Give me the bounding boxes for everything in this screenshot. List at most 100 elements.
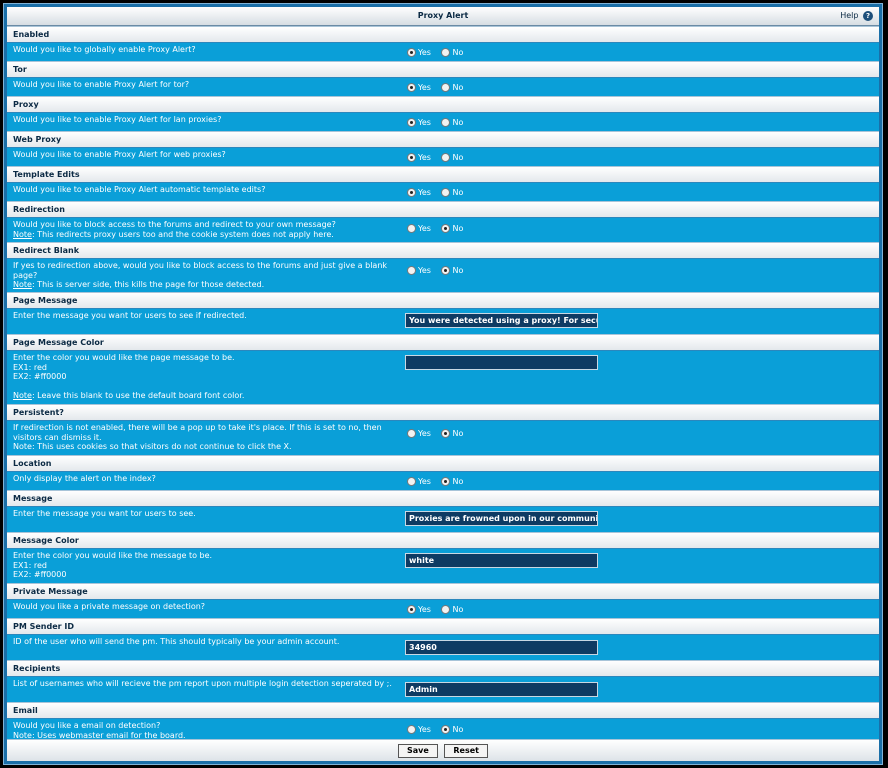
radio-option-no[interactable]: No: [441, 605, 463, 614]
help-label: Help: [840, 11, 859, 20]
radio-label: Yes: [418, 153, 431, 162]
radio-button[interactable]: [441, 83, 451, 92]
radio-button[interactable]: [407, 429, 416, 438]
radio-button[interactable]: [407, 48, 416, 57]
page-message-input[interactable]: You were detected using a proxy! For sec…: [405, 313, 598, 328]
recipients-input[interactable]: Admin: [405, 682, 598, 697]
section-header-page-message: Page Message: [7, 292, 879, 308]
setting-description: Would you like to enable Proxy Alert for…: [13, 150, 226, 159]
radio-label: No: [452, 266, 464, 275]
pm-sender-id-input[interactable]: 34960: [405, 640, 598, 655]
section-header-message: Message: [7, 490, 879, 506]
radio-button[interactable]: [441, 118, 451, 127]
window-title: Proxy Alert: [417, 11, 469, 20]
radio-button[interactable]: [407, 83, 416, 92]
radio-option-yes[interactable]: Yes: [407, 188, 431, 197]
radio-option-yes[interactable]: Yes: [407, 605, 431, 614]
setting-note: Note: This uses cookies so that visitors…: [13, 442, 292, 451]
section-header-page-message-color: Page Message Color: [7, 334, 879, 350]
radio-option-no[interactable]: No: [441, 48, 463, 57]
setting-description: Would you like to enable Proxy Alert for…: [13, 115, 222, 124]
page-message-color-input[interactable]: [405, 355, 598, 370]
radio-option-no[interactable]: No: [441, 188, 463, 197]
save-button[interactable]: Save: [398, 744, 438, 758]
example-2: EX2: #ff0000: [13, 372, 67, 381]
radio-button[interactable]: [407, 725, 416, 734]
radio-option-no[interactable]: No: [441, 477, 463, 486]
section-header-email: Email: [7, 702, 879, 718]
radio-label: Yes: [418, 224, 431, 233]
radio-option-no[interactable]: No: [441, 266, 463, 275]
radio-label: No: [452, 605, 464, 614]
radio-button[interactable]: [441, 725, 451, 734]
setting-description: Enter the color you would like the messa…: [13, 551, 213, 560]
setting-description: Would you like to block access to the fo…: [13, 220, 336, 229]
radio-button[interactable]: [441, 429, 451, 438]
radio-button[interactable]: [441, 266, 451, 275]
radio-option-yes[interactable]: Yes: [407, 83, 431, 92]
radio-group-email: Yes No: [407, 725, 471, 735]
form-footer: Save Reset: [7, 739, 879, 761]
radio-option-yes[interactable]: Yes: [407, 118, 431, 127]
radio-option-no[interactable]: No: [441, 725, 463, 734]
radio-label: No: [452, 477, 464, 486]
radio-option-yes[interactable]: Yes: [407, 429, 431, 438]
radio-button[interactable]: [407, 477, 416, 486]
radio-option-no[interactable]: No: [441, 153, 463, 162]
note-text: : Leave this blank to use the default bo…: [31, 390, 245, 400]
radio-label: No: [452, 429, 464, 438]
note-label: Note: [13, 229, 32, 239]
radio-button[interactable]: [441, 224, 451, 233]
radio-label: No: [452, 224, 464, 233]
setting-description: If redirection is not enabled, there wil…: [13, 423, 382, 442]
note-label: Note: [13, 280, 32, 289]
radio-button[interactable]: [441, 188, 451, 197]
section-header-redirection: Redirection: [7, 201, 879, 217]
radio-button[interactable]: [407, 188, 416, 197]
reset-button[interactable]: Reset: [444, 744, 488, 758]
radio-option-yes[interactable]: Yes: [407, 48, 431, 57]
setting-description: Would you like a email on detection?: [13, 721, 161, 730]
setting-row-proxy: Would you like to enable Proxy Alert for…: [7, 112, 879, 131]
note-label: Note: [13, 390, 32, 400]
radio-label: No: [452, 725, 464, 734]
radio-option-yes[interactable]: Yes: [407, 153, 431, 162]
settings-panel: Proxy Alert Help ? Enabled Would you lik…: [7, 7, 879, 761]
message-input[interactable]: Proxies are frowned upon in our communit…: [405, 511, 598, 526]
radio-option-yes[interactable]: Yes: [407, 266, 431, 275]
radio-group-private-message: Yes No: [407, 605, 471, 615]
radio-label: Yes: [418, 48, 431, 57]
radio-button[interactable]: [407, 224, 416, 233]
message-color-input[interactable]: white: [405, 553, 598, 568]
radio-button[interactable]: [407, 605, 416, 614]
example-2: EX2: #ff0000: [13, 570, 67, 579]
radio-option-yes[interactable]: Yes: [407, 725, 431, 734]
radio-button[interactable]: [407, 266, 416, 275]
radio-button[interactable]: [407, 118, 416, 127]
section-header-message-color: Message Color: [7, 532, 879, 548]
section-header-proxy: Proxy: [7, 96, 879, 112]
radio-option-no[interactable]: No: [441, 224, 463, 233]
setting-description: Enter the message you want tor users to …: [13, 311, 247, 320]
radio-label: No: [452, 153, 464, 162]
radio-button[interactable]: [441, 477, 451, 486]
section-header-pm-sender: PM Sender ID: [7, 618, 879, 634]
radio-option-yes[interactable]: Yes: [407, 224, 431, 233]
radio-button[interactable]: [441, 48, 451, 57]
radio-label: Yes: [418, 477, 431, 486]
radio-option-no[interactable]: No: [441, 429, 463, 438]
setting-description: If yes to redirection above, would you l…: [13, 261, 388, 280]
radio-button[interactable]: [407, 153, 416, 162]
help-link[interactable]: Help ?: [840, 7, 873, 25]
radio-label: Yes: [418, 266, 431, 275]
setting-row-pm-sender: ID of the user who will send the pm. Thi…: [7, 634, 879, 660]
setting-description: Enter the color you would like the page …: [13, 353, 235, 362]
setting-row-tor: Would you like to enable Proxy Alert for…: [7, 77, 879, 96]
radio-option-yes[interactable]: Yes: [407, 477, 431, 486]
radio-button[interactable]: [441, 605, 451, 614]
radio-option-no[interactable]: No: [441, 118, 463, 127]
setting-row-enabled: Would you like to globally enable Proxy …: [7, 42, 879, 61]
setting-row-template-edits: Would you like to enable Proxy Alert aut…: [7, 182, 879, 201]
radio-button[interactable]: [441, 153, 451, 162]
radio-option-no[interactable]: No: [441, 83, 463, 92]
